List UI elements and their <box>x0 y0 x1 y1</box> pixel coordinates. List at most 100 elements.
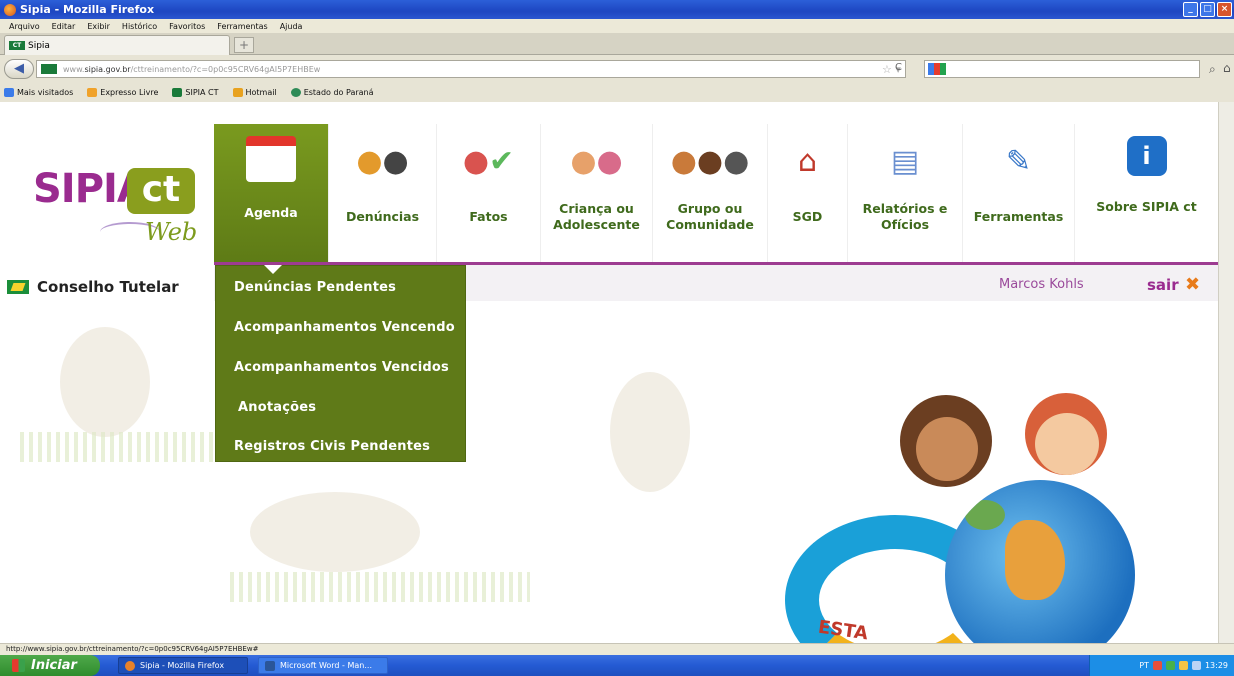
tray-app-icon[interactable] <box>1152 661 1162 670</box>
sipia-logo[interactable]: SIPIA ct Web <box>0 124 213 262</box>
nav-label: Fatos <box>469 209 508 224</box>
bookmark-label: SIPIA CT <box>185 87 219 97</box>
menu-item-acompanhamentos-vencendo[interactable]: Acompanhamentos Vencendo <box>234 320 455 335</box>
url-host: sipia.gov.br <box>84 64 131 74</box>
window-controls: _ □ × <box>1183 2 1232 17</box>
bookmark-label: Estado do Paraná <box>303 87 374 97</box>
back-button[interactable]: ◀ <box>4 59 34 79</box>
decorative-kid-image <box>610 372 690 492</box>
nav-ferramentas[interactable]: ✎ Ferramentas <box>963 124 1075 262</box>
nav-label: Grupo ou Comunidade <box>666 201 754 232</box>
system-tray: PT 13:29 <box>1089 655 1234 676</box>
menu-historico[interactable]: Histórico <box>122 22 157 31</box>
info-icon: i <box>1126 136 1167 176</box>
menu-ferramentas[interactable]: Ferramentas <box>217 22 267 31</box>
calendar-icon <box>246 136 296 182</box>
task-firefox[interactable]: Sipia - Mozilla Firefox <box>118 657 248 674</box>
bookmark-label: Expresso Livre <box>100 87 159 97</box>
nav-fatos[interactable]: ● ✔ Fatos <box>437 124 541 262</box>
conselho-tutelar-label: Conselho Tutelar <box>7 264 207 310</box>
menu-item-denuncias-pendentes[interactable]: Denúncias Pendentes <box>234 280 396 295</box>
menu-item-registros-civis[interactable]: Registros Civis Pendentes <box>234 439 430 454</box>
window-titlebar: Sipia - Mozilla Firefox _ □ × <box>0 0 1234 19</box>
brazil-flag-icon <box>7 280 29 294</box>
boy-illustration <box>1025 393 1107 475</box>
close-icon[interactable]: ✖ <box>1185 274 1200 295</box>
menu-ajuda[interactable]: Ajuda <box>280 22 303 31</box>
minimize-button[interactable]: _ <box>1183 2 1198 17</box>
nav-grupo-comunidade[interactable]: ● ● ● Grupo ou Comunidade <box>653 124 768 262</box>
expresso-icon <box>87 87 98 97</box>
bookmark-expresso-livre[interactable]: Expresso Livre <box>87 87 159 97</box>
people-icon: ● ● <box>356 143 409 179</box>
nav-sgd[interactable]: ⌂ SGD <box>768 124 848 262</box>
globe-land <box>1005 520 1065 600</box>
menu-item-acompanhamentos-vencidos[interactable]: Acompanhamentos Vencidos <box>234 360 449 375</box>
nav-crianca-adolescente[interactable]: ● ● Criança ou Adolescente <box>541 124 653 262</box>
nav-label: SGD <box>792 209 823 224</box>
nav-agenda[interactable]: Agenda <box>214 124 329 262</box>
bookmark-mais-visitados[interactable]: Mais visitados <box>4 87 74 97</box>
tools-icon: ✎ <box>1005 143 1032 179</box>
window-title: Sipia - Mozilla Firefox <box>20 3 155 16</box>
task-label: Sipia - Mozilla Firefox <box>140 661 225 670</box>
windows-logo-icon <box>12 659 25 672</box>
start-button[interactable]: Iniciar <box>0 655 100 676</box>
children-icon: ● ● <box>570 143 623 179</box>
search-field[interactable] <box>924 60 1200 78</box>
bookmark-folder-icon <box>4 87 14 97</box>
agenda-dropdown-menu: Denúncias Pendentes Acompanhamentos Venc… <box>215 265 466 462</box>
home-icon[interactable]: ⌂ <box>1223 61 1231 75</box>
new-tab-button[interactable]: + <box>234 37 254 53</box>
nav-denuncias[interactable]: ● ● Denúncias <box>329 124 437 262</box>
nav-sobre[interactable]: i Sobre SIPIA ct <box>1075 124 1218 262</box>
boy-face <box>1035 413 1099 475</box>
logout-link[interactable]: sair <box>1147 276 1179 294</box>
language-indicator[interactable]: PT <box>1139 661 1149 670</box>
menu-exibir[interactable]: Exibir <box>87 22 110 31</box>
bookmark-label: Mais visitados <box>17 87 74 97</box>
bookmark-hotmail[interactable]: Hotmail <box>232 87 277 97</box>
firefox-icon <box>4 3 16 16</box>
tab-label: Sipia <box>28 40 50 51</box>
menu-arquivo[interactable]: Arquivo <box>9 22 40 31</box>
menu-editar[interactable]: Editar <box>52 22 76 31</box>
url-prefix: www. <box>63 64 85 74</box>
navigation-toolbar: ◀ www. sipia.gov.br /cttreinamento/?c=0p… <box>0 55 1234 102</box>
tab-sipia[interactable]: CT Sipia <box>4 35 230 55</box>
url-path: /cttreinamento/?c=0p0c95CRV64gAI5P7EHBEw <box>130 64 321 74</box>
reload-icon[interactable]: C <box>895 62 902 73</box>
bookmarks-toolbar: Mais visitados Expresso Livre SIPIA CT H… <box>0 83 1234 101</box>
menu-favoritos[interactable]: Favoritos <box>169 22 205 31</box>
decorative-grass <box>20 432 220 462</box>
globe-icon <box>290 87 301 97</box>
nav-label: Criança ou Adolescente <box>553 201 640 232</box>
globe-illustration <box>945 480 1135 670</box>
network-icon[interactable] <box>1191 661 1201 670</box>
url-bar[interactable]: www. sipia.gov.br /cttreinamento/?c=0p0c… <box>36 60 906 78</box>
close-button[interactable]: × <box>1217 2 1232 17</box>
nav-label: Ferramentas <box>973 209 1064 224</box>
menu-bar: Arquivo Editar Exibir Histórico Favorito… <box>0 19 1234 33</box>
sipia-icon <box>172 87 183 97</box>
search-icon[interactable]: ⌕ <box>1209 62 1216 77</box>
group-icon: ● ● ● <box>670 143 750 179</box>
task-word[interactable]: Microsoft Word - Man... <box>258 657 388 674</box>
bookmark-sipia-ct[interactable]: SIPIA CT <box>172 87 219 97</box>
google-icon <box>928 63 946 75</box>
bookmark-estado-parana[interactable]: Estado do Paraná <box>290 87 374 97</box>
vertical-scrollbar[interactable] <box>1218 102 1234 643</box>
logo-web: Web <box>145 218 198 246</box>
taskbar: Iniciar Sipia - Mozilla Firefox Microsof… <box>0 655 1234 676</box>
nav-label: Sobre SIPIA ct <box>1096 199 1197 214</box>
menu-item-anotacoes[interactable]: Anotações <box>238 400 316 415</box>
sipia-favicon-icon: CT <box>9 41 25 50</box>
girl-face <box>916 417 978 481</box>
tray-app-icon[interactable] <box>1165 661 1175 670</box>
maximize-button[interactable]: □ <box>1200 2 1215 17</box>
bookmark-label: Hotmail <box>245 87 277 97</box>
tab-bar: CT Sipia + <box>0 33 1234 55</box>
tray-app-icon[interactable] <box>1178 661 1188 670</box>
nav-relatorios-oficios[interactable]: ▤ Relatórios e Ofícios <box>848 124 963 262</box>
word-icon <box>265 660 275 671</box>
